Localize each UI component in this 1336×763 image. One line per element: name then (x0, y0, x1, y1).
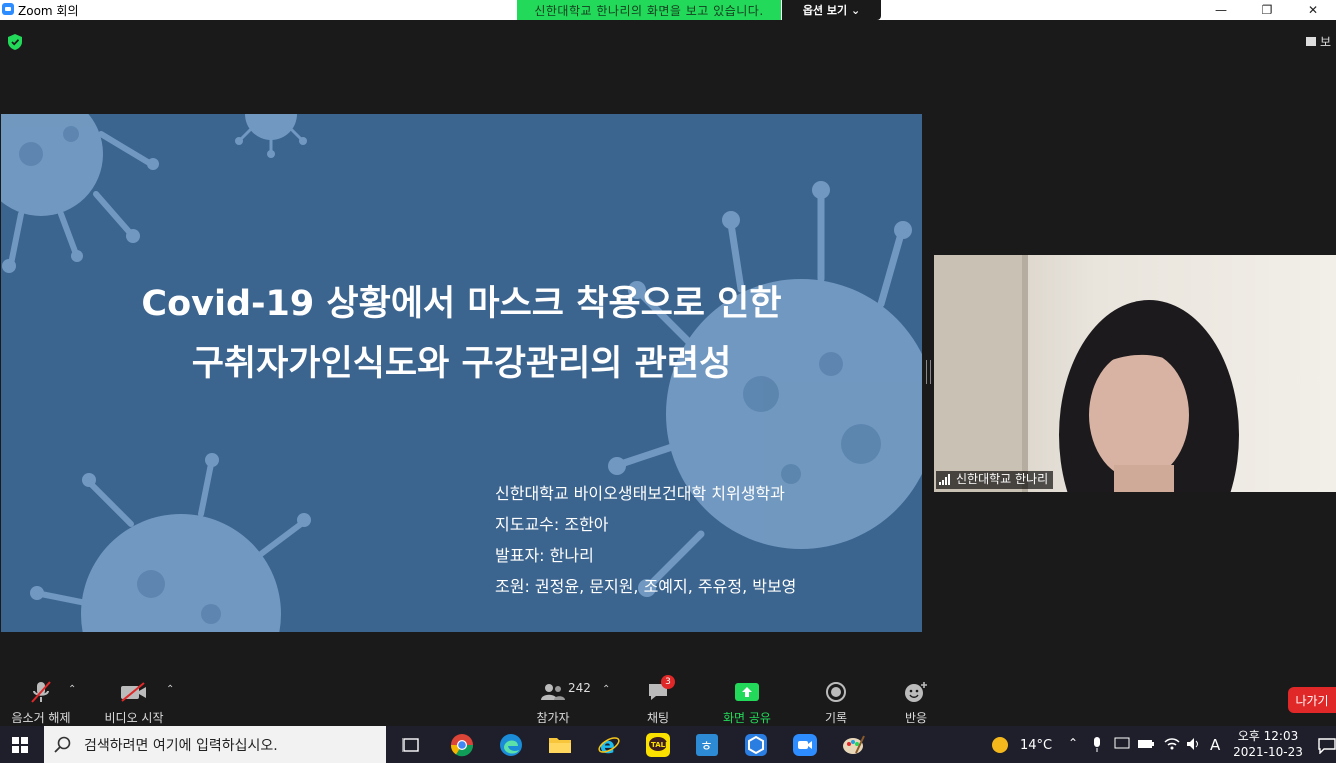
view-options-button[interactable]: 옵션 보기 ⌄ (782, 0, 881, 20)
slide-info-line: 발표자: 한나리 (495, 546, 594, 565)
reactions-button[interactable]: 반응 (896, 678, 936, 726)
zoom-app-icon (2, 3, 14, 15)
display-tray-icon[interactable] (1114, 737, 1130, 751)
participant-video[interactable]: 신한대학교 한나리 (934, 255, 1336, 492)
search-placeholder: 검색하려면 여기에 입력하십시오. (84, 738, 278, 754)
unmute-label: 음소거 해제 (11, 711, 71, 725)
taskbar-search-input[interactable]: 검색하려면 여기에 입력하십시오. (44, 726, 386, 763)
wifi-icon[interactable] (1164, 737, 1180, 751)
svg-text:e: e (600, 734, 615, 757)
video-options-chevron-icon[interactable]: ⌃ (166, 684, 174, 695)
unmute-button[interactable]: 음소거 해제 (8, 678, 74, 726)
shared-slide: Covid-19 상황에서 마스크 착용으로 인한 구취자가인식도와 구강관리의… (1, 114, 922, 632)
chat-unread-badge: 3 (661, 675, 675, 689)
search-icon (54, 736, 71, 753)
window-title: Zoom 회의 (18, 4, 79, 18)
microphone-tray-icon[interactable] (1092, 737, 1102, 753)
reactions-icon (905, 682, 927, 702)
video-off-icon (121, 682, 146, 702)
leave-button[interactable]: 나가기 (1288, 687, 1336, 713)
battery-icon[interactable] (1138, 739, 1154, 749)
participants-options-chevron-icon[interactable]: ⌃ (602, 684, 610, 695)
weather-sun-icon[interactable] (990, 735, 1010, 755)
start-button[interactable] (0, 726, 40, 763)
restore-button[interactable]: ❐ (1244, 0, 1290, 20)
participants-label: 참가자 (536, 711, 570, 725)
tray-expand-chevron-icon[interactable]: ⌃ (1068, 736, 1078, 750)
participant-photo (934, 255, 1239, 492)
share-screen-button[interactable]: 화면 공유 (716, 678, 778, 726)
hangul-word-icon[interactable]: ㅎ (693, 731, 721, 759)
reactions-label: 반응 (904, 711, 928, 725)
input-method-indicator[interactable]: A (1210, 736, 1220, 754)
chat-label: 채팅 (646, 711, 670, 725)
windows-taskbar: 검색하려면 여기에 입력하십시오. e TALK ㅎ 14°C ⌃ A 오후 1… (0, 726, 1336, 763)
start-video-label: 비디오 시작 (104, 711, 164, 725)
paint-icon[interactable] (840, 731, 868, 759)
grid-view-icon (1306, 37, 1316, 46)
kakaotalk-icon[interactable]: TALK (644, 731, 672, 759)
record-icon (826, 682, 846, 702)
screen-share-banner: 신한대학교 한나리의 화면을 보고 있습니다. (517, 0, 781, 20)
edge-icon[interactable] (497, 731, 525, 759)
volume-icon[interactable] (1186, 737, 1202, 751)
svg-text:ㅎ: ㅎ (700, 739, 713, 755)
start-video-button[interactable]: 비디오 시작 (100, 678, 168, 726)
panel-resize-handle[interactable] (926, 360, 931, 384)
microphone-muted-icon (31, 681, 51, 703)
participant-name: 신한대학교 한나리 (956, 472, 1049, 486)
security-app-icon[interactable] (742, 731, 770, 759)
svg-text:TALK: TALK (651, 741, 670, 749)
zoom-taskbar-icon[interactable] (791, 731, 819, 759)
taskbar-clock[interactable]: 오후 12:03 2021-10-23 (1232, 728, 1304, 760)
slide-info: 신한대학교 바이오생태보건대학 치위생학과 지도교수: 조한아 발표자: 한나리… (495, 478, 796, 602)
signal-strength-icon (939, 474, 950, 485)
view-layout-button[interactable]: 보 (1306, 33, 1331, 50)
chrome-icon[interactable] (448, 731, 476, 759)
share-screen-label: 화면 공유 (723, 711, 771, 725)
record-label: 기록 (824, 711, 848, 725)
participants-count: 242 (568, 681, 591, 695)
clock-time: 오후 12:03 (1237, 729, 1299, 743)
file-explorer-icon[interactable] (546, 731, 574, 759)
notification-center-icon[interactable] (1318, 738, 1336, 754)
participants-icon (541, 684, 565, 700)
windows-logo-icon (12, 736, 28, 753)
slide-title-line: 구취자가인식도와 구강관리의 관련성 (191, 344, 732, 384)
share-banner-text: 신한대학교 한나리의 화면을 보고 있습니다. (534, 3, 764, 18)
close-button[interactable]: ✕ (1290, 0, 1336, 20)
system-tray: 14°C ⌃ A (990, 726, 1230, 763)
slide-info-line: 신한대학교 바이오생태보건대학 치위생학과 (495, 484, 785, 503)
view-layout-label: 보 (1320, 35, 1332, 49)
record-button[interactable]: 기록 (816, 678, 856, 726)
clock-date: 2021-10-23 (1233, 745, 1303, 759)
share-screen-icon (735, 683, 759, 701)
slide-info-line: 조원: 권정윤, 문지원, 조예지, 주유정, 박보영 (495, 577, 797, 596)
slide-title-line: Covid-19 상황에서 마스크 착용으로 인한 (141, 284, 782, 324)
minimize-button[interactable]: — (1198, 0, 1244, 20)
audio-options-chevron-icon[interactable]: ⌃ (68, 684, 76, 695)
participant-name-tag: 신한대학교 한나리 (936, 471, 1054, 489)
slide-info-line: 지도교수: 조한아 (495, 515, 609, 534)
task-view-icon[interactable] (397, 731, 425, 759)
internet-explorer-icon[interactable]: e (595, 731, 623, 759)
slide-title: Covid-19 상황에서 마스크 착용으로 인한 구취자가인식도와 구강관리의… (1, 274, 922, 394)
weather-temperature[interactable]: 14°C (1020, 738, 1052, 753)
security-shield-icon[interactable] (8, 34, 22, 50)
